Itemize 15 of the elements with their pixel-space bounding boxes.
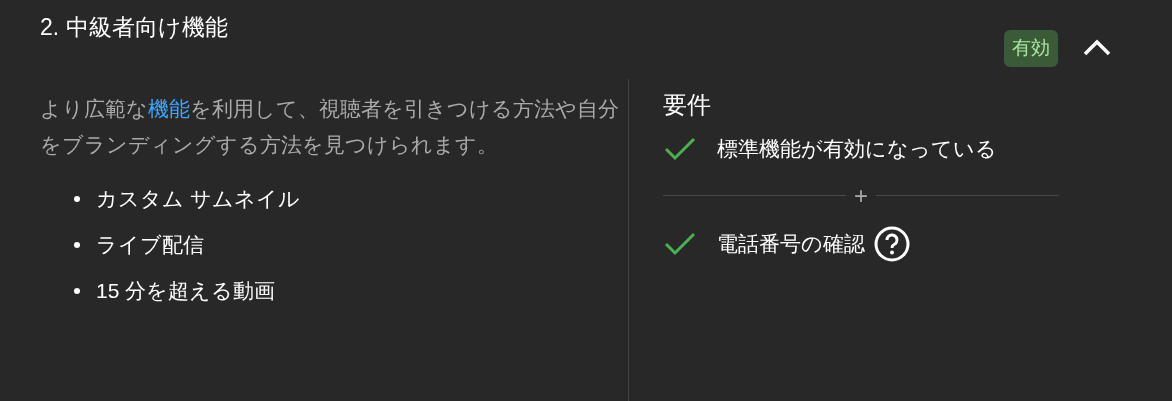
description: より広範な機能を利用して、視聴者を引きつける方法や自分をブランディングする方法を見つけられます。	[40, 95, 620, 158]
bullet-icon	[74, 241, 80, 248]
feature-link[interactable]: 機能	[148, 96, 190, 120]
requirements-title: 要件	[663, 89, 712, 120]
feature-item: 15 分を超える動画	[96, 277, 276, 304]
requirement-label: 電話番号の確認	[717, 230, 865, 257]
section-title: 2. 中級者向け機能	[40, 13, 228, 42]
help-icon[interactable]	[873, 224, 911, 263]
bullet-icon	[74, 195, 80, 202]
plus-sign: +	[854, 183, 868, 208]
status-badge: 有効	[1004, 30, 1058, 67]
bullet-icon	[74, 287, 80, 294]
feature-item: ライブ配信	[96, 231, 204, 258]
feature-item: カスタム サムネイル	[96, 185, 300, 212]
requirement-label: 標準機能が有効になっている	[717, 135, 997, 162]
